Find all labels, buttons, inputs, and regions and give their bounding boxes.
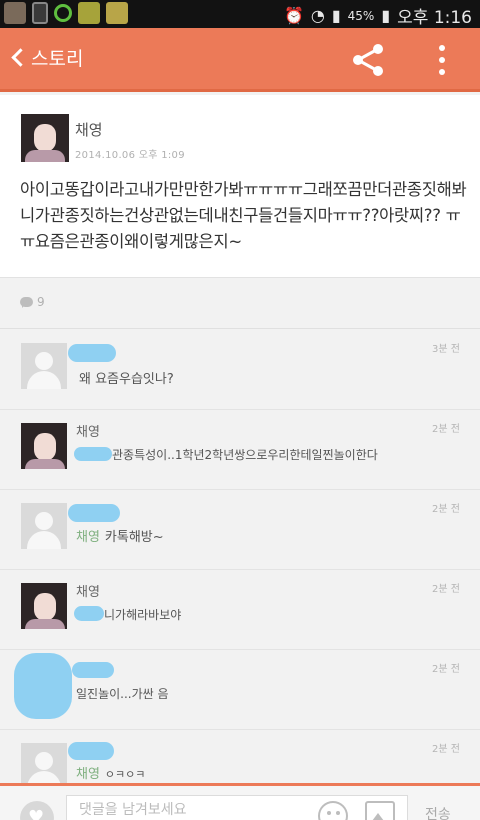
commenter-avatar[interactable] — [21, 503, 67, 549]
comment-body: 왜 요즘우습잇나? — [79, 372, 174, 387]
battery-icon: ▮ — [381, 6, 391, 25]
comment-text: 채영 ㅇㅋㅇㅋ — [76, 763, 145, 782]
alarm-icon: ⏰ — [283, 6, 304, 25]
comment-mention[interactable]: 채영 — [76, 530, 100, 545]
signal-icon: ▮ — [331, 6, 341, 25]
share-icon[interactable] — [351, 43, 385, 77]
redacted-name — [68, 504, 120, 522]
redacted-avatar — [14, 653, 72, 719]
comment-mention[interactable]: 채영 — [76, 767, 100, 782]
comment-text: 일진놀이...가싼 음 — [76, 685, 169, 702]
comment-count-bar: 9 — [0, 279, 480, 329]
comment-item: 2분 전 일진놀이...가싼 음 — [0, 650, 480, 730]
comment-body: ㅇㅋㅇㅋ — [104, 768, 146, 781]
comment-body: 카톡해방~ — [104, 530, 164, 545]
redacted-mention — [74, 606, 104, 621]
comment-input[interactable] — [66, 795, 408, 820]
battery-percent: 45% — [347, 8, 375, 23]
comment-text: 관종특성이..1학년2학년쌍으로우리한테일찐놀이한다 — [112, 446, 378, 463]
wifi-icon: ◔ — [310, 6, 325, 25]
comment-text: 채영 카톡해방~ — [76, 526, 164, 545]
redacted-name — [68, 742, 114, 760]
comment-time: 2분 전 — [432, 424, 460, 435]
comment-time: 2분 전 — [432, 504, 460, 515]
like-button[interactable]: ♥ — [20, 801, 54, 820]
redacted-name — [72, 662, 114, 678]
comment-item: 채영 2분 전 관종특성이..1학년2학년쌍으로우리한테일찐놀이한다 — [0, 410, 480, 490]
comment-input-bar: ♥ 전송 — [0, 783, 480, 820]
author-avatar[interactable] — [21, 114, 69, 162]
comment-body: 니가해라바보야 — [104, 608, 182, 622]
notification-icons — [4, 2, 128, 24]
system-status: ⏰ ◔ ▮ 45% ▮ 오후 1:16 — [284, 3, 472, 28]
comment-item: 2분 전 채영 카톡해방~ — [0, 490, 480, 570]
back-label: 스토리 — [31, 48, 84, 70]
redacted-name — [68, 344, 116, 362]
search-notification-icon — [54, 4, 72, 22]
comment-body: 일진놀이...가싼 음 — [76, 687, 169, 701]
post-date: 2014.10.06 오후 1:09 — [75, 150, 185, 161]
more-vert-icon[interactable] — [430, 44, 454, 76]
app-notification-icon — [4, 2, 26, 24]
comment-item: 채영 2분 전 니가해라바보야 — [0, 570, 480, 650]
redacted-mention — [74, 447, 112, 461]
comment-time: 2분 전 — [432, 664, 460, 675]
photo-icon[interactable] — [365, 801, 395, 820]
commenter-name[interactable]: 채영 — [76, 581, 100, 600]
comment-time: 2분 전 — [432, 744, 460, 755]
comment-count: 9 — [37, 295, 45, 309]
post-body: 아이고똥갑이라고내가만만한가봐ㅠㅠㅠㅠ그래쪼끔만더관종짓해봐니가관종짓하는건상관… — [20, 180, 467, 251]
back-chevron-icon — [11, 48, 30, 67]
status-bar: ⏰ ◔ ▮ 45% ▮ 오후 1:16 — [0, 0, 480, 28]
app-bar: 스토리 — [0, 28, 480, 92]
comment-text: 니가해라바보야 — [104, 606, 181, 623]
commenter-name[interactable]: 채영 — [76, 421, 100, 440]
comment-time: 3분 전 — [432, 344, 460, 355]
commenter-avatar[interactable] — [21, 583, 67, 629]
talk-notification-icon — [78, 2, 100, 24]
post-author[interactable]: 채영 — [75, 119, 103, 140]
story-post: 채영 2014.10.06 오후 1:09 아이고똥갑이라고내가만만한가봐ㅠㅠㅠ… — [0, 95, 480, 278]
comment-text: 왜 요즘우습잇나? — [79, 368, 174, 387]
memo-notification-icon — [106, 2, 128, 24]
comment-body: 관종특성이..1학년2학년쌍으로우리한테일찐놀이한다 — [112, 448, 378, 462]
heart-icon: ♥ — [28, 807, 45, 820]
phone-notification-icon — [32, 2, 48, 24]
comment-bubble-icon — [20, 297, 33, 308]
commenter-avatar[interactable] — [21, 423, 67, 469]
back-button[interactable]: 스토리 — [8, 44, 83, 71]
send-button[interactable]: 전송 — [425, 804, 451, 820]
comment-time: 2분 전 — [432, 584, 460, 595]
comment-item: 3분 전 왜 요즘우습잇나? — [0, 330, 480, 410]
clock: 오후 1:16 — [397, 8, 472, 28]
commenter-avatar[interactable] — [21, 343, 67, 389]
